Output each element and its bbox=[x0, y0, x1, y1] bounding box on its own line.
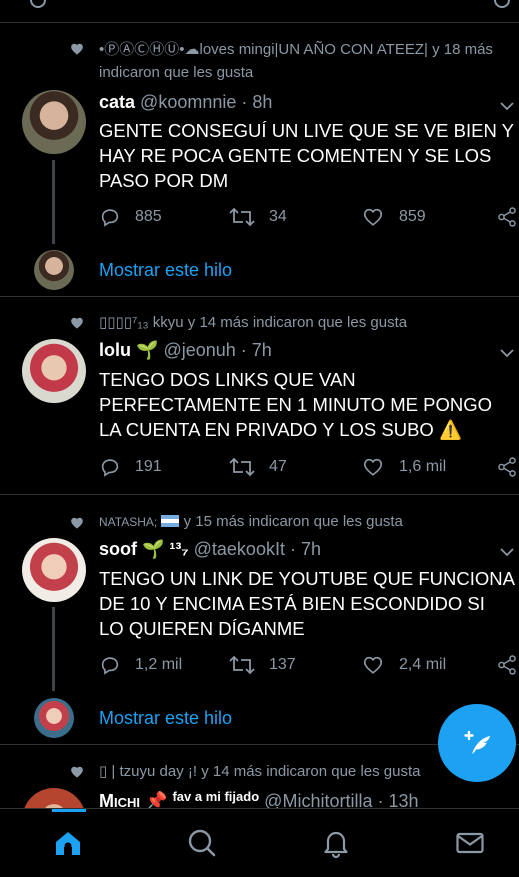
reply-button[interactable]: 1,2 mil bbox=[99, 654, 182, 676]
like-count: 1,6 mil bbox=[399, 458, 447, 475]
tweet-text: TENGO UN LINK DE YOUTUBE QUE FUNCIONA DE… bbox=[99, 568, 514, 639]
share-icon bbox=[498, 457, 516, 477]
reply-count: 1,2 mil bbox=[135, 656, 183, 673]
social-context: ▯▯▯▯⁷₁₃ kkyu y 14 más indicaron que les … bbox=[99, 314, 408, 331]
show-thread-link[interactable]: Mostrar este hilo bbox=[99, 260, 232, 281]
tweet-header: cata @koomnnie · 8h bbox=[99, 92, 272, 113]
bottom-nav bbox=[0, 808, 519, 877]
messages-icon bbox=[456, 832, 484, 854]
reply-count: 885 bbox=[135, 208, 162, 225]
show-thread-link[interactable]: Mostrar este hilo bbox=[99, 708, 232, 729]
retweet-count: 34 bbox=[269, 208, 287, 225]
tweet-actions: 885 34 859 bbox=[99, 206, 519, 230]
nav-home[interactable] bbox=[48, 823, 88, 863]
share-button[interactable] bbox=[496, 654, 519, 676]
tweet-cata[interactable]: •ⓅⒶⒸⒽⓊ•☁loves mingi|UN AÑO CON ATEEZ| y … bbox=[0, 0, 519, 296]
chevron-down-icon[interactable] bbox=[500, 348, 514, 358]
handle-time[interactable]: @jeonuh · 7h bbox=[163, 340, 271, 360]
thread-avatar[interactable] bbox=[34, 250, 74, 290]
tweet-actions: 191 47 1,6 mil bbox=[99, 456, 519, 480]
retweet-icon bbox=[229, 207, 255, 227]
reply-button[interactable]: 885 bbox=[99, 206, 162, 228]
social-user-name: NATASHA; bbox=[99, 515, 158, 529]
tweet-header: Michi 📌 fav a mi fijado @Michitortilla ·… bbox=[99, 789, 419, 808]
home-icon bbox=[56, 832, 80, 855]
search-icon bbox=[188, 829, 216, 857]
tweet-header: lolu 🌱 @jeonuh · 7h bbox=[99, 340, 272, 361]
heart-icon bbox=[363, 656, 383, 674]
avatar[interactable] bbox=[22, 90, 86, 154]
retweet-icon bbox=[229, 655, 255, 675]
tweet-text: TENGO DOS LINKS QUE VAN PERFECTAMENTE EN… bbox=[99, 369, 492, 440]
tweet-header: soof 🌱 ¹³₇ @taekookIt · 7h bbox=[99, 539, 321, 560]
reply-icon bbox=[101, 209, 119, 227]
like-count: 859 bbox=[399, 208, 426, 225]
like-button[interactable]: 1,6 mil bbox=[361, 456, 446, 478]
pin-emoji: 📌 bbox=[145, 791, 168, 808]
reply-button[interactable]: 191 bbox=[99, 456, 162, 478]
nav-search[interactable] bbox=[182, 823, 222, 863]
nav-messages[interactable] bbox=[450, 823, 490, 863]
name-tag: fav a mi fijado bbox=[172, 789, 260, 804]
social-context: •ⓅⒶⒸⒽⓊ•☁loves mingi|UN AÑO CON ATEEZ| y … bbox=[99, 41, 493, 58]
retweet-button[interactable]: 137 bbox=[229, 654, 296, 676]
like-button[interactable]: 2,4 mil bbox=[361, 654, 446, 676]
share-icon bbox=[498, 655, 516, 675]
display-name[interactable]: Michi bbox=[99, 791, 140, 808]
heart-icon bbox=[363, 208, 383, 226]
like-button[interactable]: 859 bbox=[361, 206, 426, 228]
chevron-down-icon[interactable] bbox=[500, 101, 514, 111]
tweet-lolu[interactable]: ▯▯▯▯⁷₁₃ kkyu y 14 más indicaron que les … bbox=[0, 296, 519, 494]
nav-notifications[interactable] bbox=[316, 823, 356, 863]
retweet-button[interactable]: 34 bbox=[229, 206, 287, 228]
display-name[interactable]: soof bbox=[99, 539, 137, 559]
plant-emoji: 🌱 bbox=[136, 340, 159, 360]
argentina-flag-icon bbox=[161, 515, 180, 527]
like-count: 2,4 mil bbox=[399, 656, 447, 673]
handle-time[interactable]: @koomnnie · 8h bbox=[140, 92, 272, 112]
compose-feather-icon bbox=[464, 730, 490, 754]
display-name[interactable]: cata bbox=[99, 92, 135, 112]
handle-time[interactable]: @Michitortilla · 13h bbox=[264, 791, 418, 808]
share-button[interactable] bbox=[496, 456, 519, 478]
thread-line bbox=[52, 160, 55, 244]
timeline: •ⓅⒶⒸⒽⓊ•☁loves mingi|UN AÑO CON ATEEZ| y … bbox=[0, 0, 519, 808]
reply-icon bbox=[101, 657, 119, 675]
avatar[interactable] bbox=[22, 788, 86, 808]
liked-heart-icon bbox=[71, 43, 83, 55]
tweet-soof[interactable]: NATASHA; y 15 más indicaron que les gust… bbox=[0, 494, 519, 744]
name-suffix: 🌱 ¹³₇ bbox=[142, 539, 189, 559]
display-name[interactable]: lolu bbox=[99, 340, 131, 360]
avatar[interactable] bbox=[22, 339, 86, 403]
social-context: NATASHA; y 15 más indicaron que les gust… bbox=[99, 513, 403, 530]
share-icon bbox=[498, 207, 516, 227]
retweet-count: 47 bbox=[269, 458, 287, 475]
chevron-down-icon[interactable] bbox=[500, 547, 514, 557]
notifications-icon bbox=[324, 831, 348, 859]
reply-count: 191 bbox=[135, 458, 162, 475]
active-tab-indicator bbox=[52, 809, 86, 812]
retweet-button[interactable]: 47 bbox=[229, 456, 287, 478]
liked-heart-icon bbox=[71, 317, 83, 329]
tweet-actions: 1,2 mil 137 2,4 mil bbox=[99, 654, 519, 678]
reply-icon bbox=[101, 459, 119, 477]
social-context: ▯ | tzuyu day ¡! y 14 más indicaron que … bbox=[99, 763, 421, 780]
share-button[interactable] bbox=[496, 206, 519, 228]
liked-heart-icon bbox=[71, 517, 83, 529]
compose-tweet-button[interactable] bbox=[438, 704, 516, 782]
thread-avatar[interactable] bbox=[34, 698, 74, 738]
handle-time[interactable]: @taekookIt · 7h bbox=[194, 539, 321, 559]
avatar[interactable] bbox=[22, 538, 86, 602]
retweet-count: 137 bbox=[269, 656, 296, 673]
thread-line bbox=[52, 607, 55, 691]
retweet-icon bbox=[229, 457, 255, 477]
social-context-line2: indicaron que les gusta bbox=[99, 64, 254, 81]
liked-heart-icon bbox=[71, 766, 83, 778]
tweet-text: GENTE CONSEGUÍ UN LIVE QUE SE VE BIEN Y … bbox=[99, 120, 514, 191]
heart-icon bbox=[363, 458, 383, 476]
